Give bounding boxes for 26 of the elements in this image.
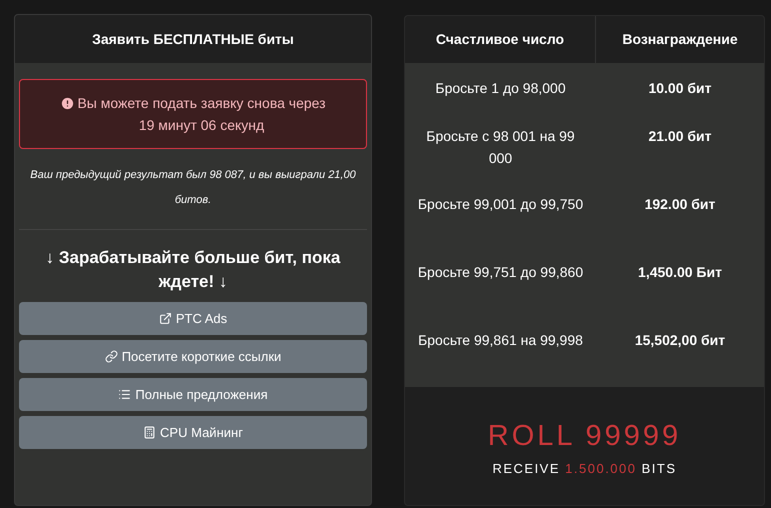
jackpot-reward: RECEIVE 1.500.000 BITS bbox=[492, 460, 677, 478]
table-cell-text: Бросьте с 98 001 на 99 000 bbox=[425, 127, 576, 168]
table-cell-text: 21.00 бит bbox=[648, 127, 712, 146]
external-icon bbox=[158, 312, 172, 325]
link-icon bbox=[104, 350, 118, 363]
offer-button[interactable]: Посетите короткие ссылки bbox=[19, 340, 367, 373]
offer-button[interactable]: Полные предложения bbox=[19, 378, 367, 411]
earn-heading: ↓ Зарабатывайте больше бит, пока ждете! ↓ bbox=[44, 247, 342, 293]
alert-icon bbox=[60, 96, 75, 111]
calculator-icon bbox=[143, 426, 156, 439]
table-cell-text: 15,502,00 бит bbox=[634, 331, 726, 350]
column-header: Вознаграждение bbox=[621, 30, 739, 49]
offer-button[interactable]: CPU Майнинг bbox=[19, 416, 367, 449]
alert-message: Вы можете подать заявку снова через 19 минут 06 секунд bbox=[77, 94, 326, 135]
card-title: Заявить БЕСПЛАТНЫЕ биты bbox=[92, 30, 294, 48]
previous-result: Ваш предыдущий результат был 98 087, и вы выиграли 21,00 битов. bbox=[29, 168, 357, 208]
list-icon bbox=[118, 388, 132, 401]
table-cell-text: Бросьте 99,861 на 99,998 bbox=[418, 331, 583, 350]
table-cell-text: Бросьте 99,001 до 99,750 bbox=[418, 195, 584, 214]
table-cell-text: Бросьте 99,751 до 99,860 bbox=[418, 263, 584, 282]
table-cell-text: Бросьте 1 до 98,000 bbox=[435, 79, 566, 98]
table-cell-text: 10.00 бит bbox=[648, 79, 712, 98]
table-cell-text: 1,450.00 Бит bbox=[638, 263, 722, 282]
offer-button[interactable]: PTC Ads bbox=[19, 302, 367, 335]
jackpot-title: ROLL 99999 bbox=[488, 419, 682, 454]
table-cell-text: 192.00 бит bbox=[644, 195, 716, 214]
